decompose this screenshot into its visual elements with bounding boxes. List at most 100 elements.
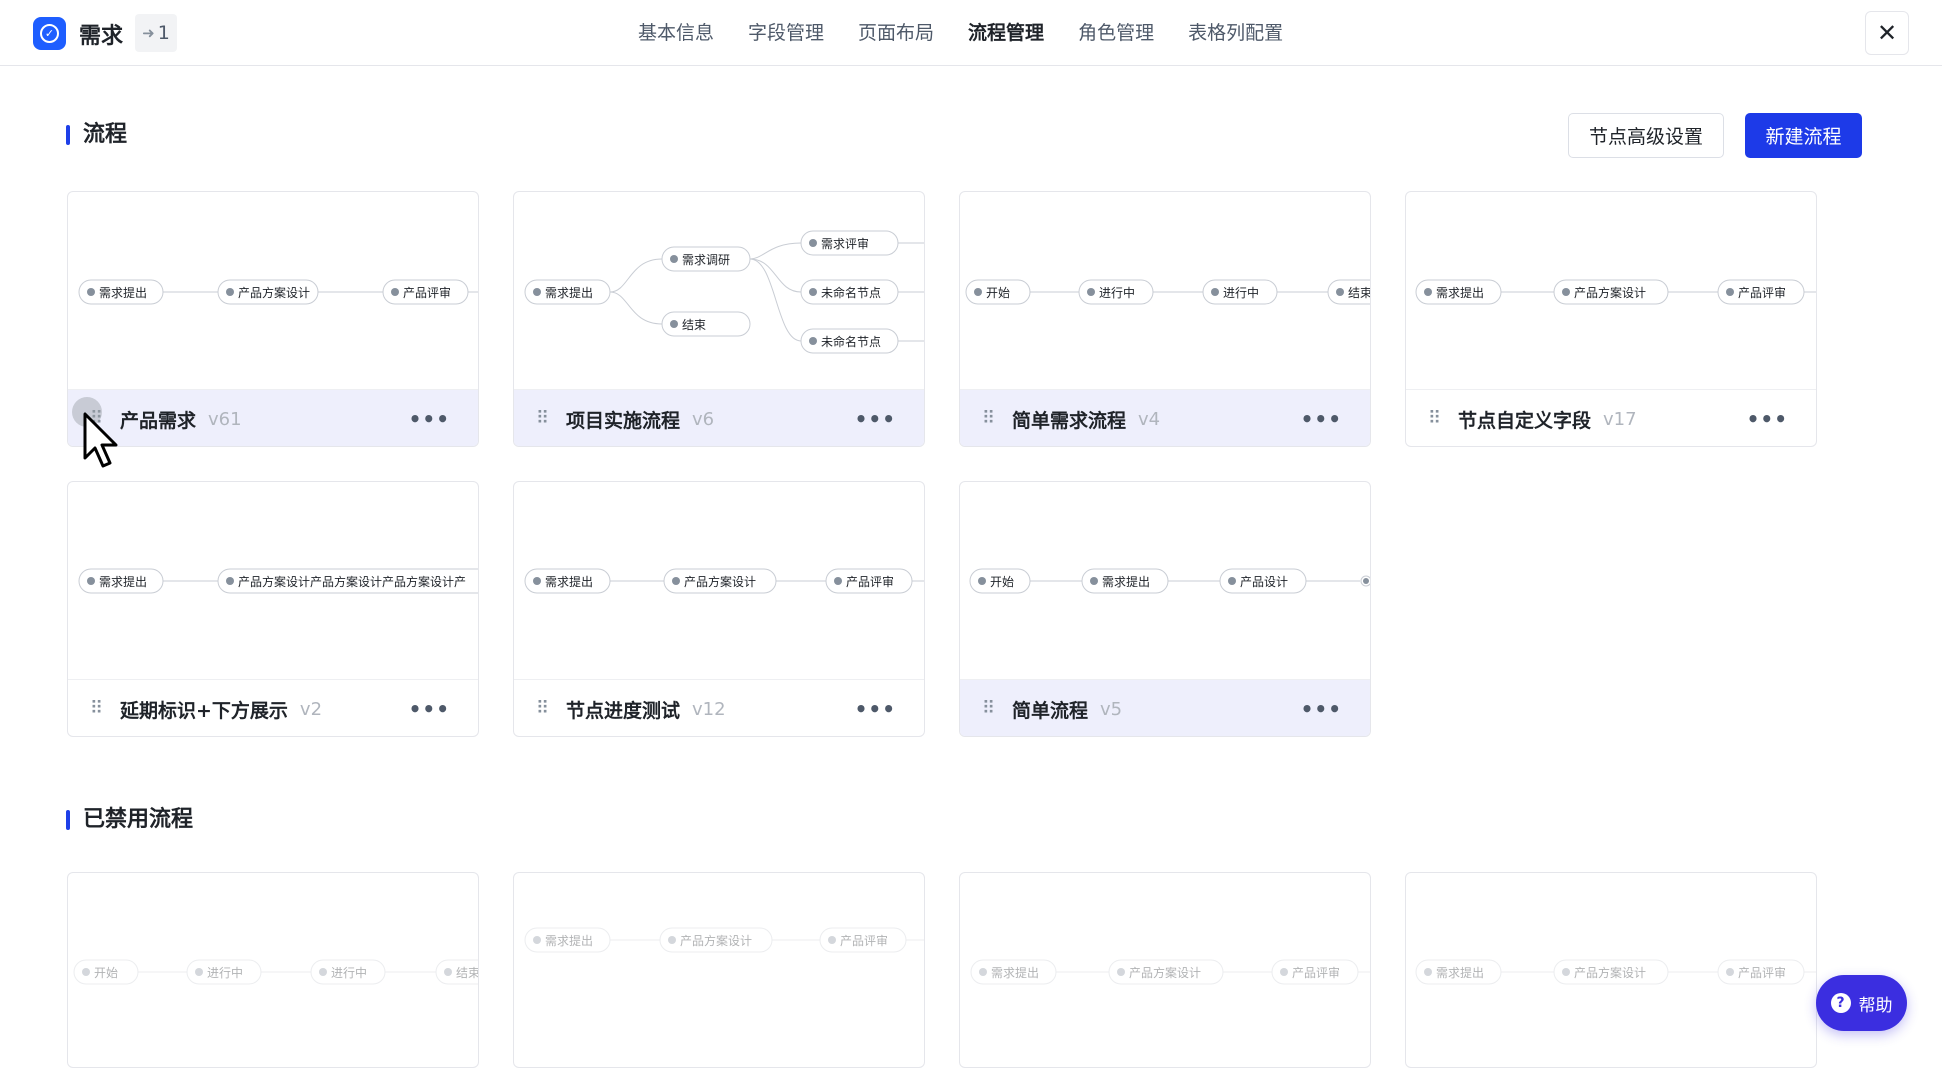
more-icon[interactable]: ••• <box>1747 407 1788 431</box>
svg-text:产品评审: 产品评审 <box>403 285 451 300</box>
flow-preview: 开始 进行中 进行中 结束 <box>68 873 479 1067</box>
flow-node: 开始 <box>969 568 1031 594</box>
more-icon[interactable]: ••• <box>855 697 896 721</box>
disabled-flow-card[interactable]: 需求提出 产品方案设计 产品评审 <box>959 872 1371 1068</box>
help-button[interactable]: ? 帮助 <box>1816 975 1907 1031</box>
flow-node: 需求评审 <box>800 230 899 256</box>
flow-node: 需求提出 <box>524 568 611 594</box>
more-icon[interactable]: ••• <box>409 697 450 721</box>
flow-node: 需求提出 <box>78 568 164 594</box>
new-flow-button[interactable]: 新建流程 <box>1745 113 1862 158</box>
flow-name: 节点自定义字段 <box>1458 409 1592 432</box>
flow-name: 简单需求流程 <box>1012 409 1127 432</box>
svg-text:需求提出: 需求提出 <box>1436 285 1484 300</box>
share-count: 1 <box>157 22 170 44</box>
flow-name: 产品需求 <box>120 409 197 432</box>
flow-card-footer: ⠿ 延期标识+下方展示 v2 ••• <box>68 680 478 736</box>
tab-basic-info[interactable]: 基本信息 <box>638 0 714 66</box>
flow-node: 产品评审 <box>1271 959 1359 985</box>
drag-handle-icon[interactable]: ⠿ <box>536 410 550 428</box>
svg-text:进行中: 进行中 <box>331 965 367 980</box>
tab-table-column-config[interactable]: 表格列配置 <box>1188 0 1283 66</box>
flow-card-footer: ⠿ 节点进度测试 v12 ••• <box>514 680 924 736</box>
svg-text:结束: 结束 <box>1348 286 1371 300</box>
flow-card[interactable]: 开始 需求提出 产品设计 ⠿ 简单流程 v5 ••• <box>959 481 1371 737</box>
svg-text:需求提出: 需求提出 <box>99 574 147 589</box>
flow-node: 开始 <box>73 959 139 985</box>
flow-preview: 开始 进行中 进行中 结束 <box>960 192 1371 390</box>
flow-node: 产品方案设计 <box>1108 959 1224 985</box>
flow-preview: 需求提出 产品方案设计 产品评审 <box>1406 192 1816 390</box>
help-label: 帮助 <box>1858 995 1893 1016</box>
flow-node: 需求提出 <box>1081 568 1169 594</box>
svg-text:产品方案设计: 产品方案设计 <box>680 933 752 948</box>
flow-name: 简单流程 <box>1012 699 1089 722</box>
flow-card[interactable]: 开始 进行中 进行中 结束 ⠿ 简单需求流程 v4 ••• <box>959 191 1371 447</box>
tab-role-management[interactable]: 角色管理 <box>1078 0 1154 66</box>
svg-text:需求提出: 需求提出 <box>545 574 593 589</box>
flow-node: 产品评审 <box>382 279 469 305</box>
flow-card-footer: ⠿ 简单需求流程 v4 ••• <box>960 390 1370 446</box>
flow-node: 需求提出 <box>970 959 1057 985</box>
svg-text:产品评审: 产品评审 <box>1738 285 1786 300</box>
flow-name: 项目实施流程 <box>566 409 681 432</box>
drag-handle-icon[interactable]: ⠿ <box>982 700 996 718</box>
svg-text:进行中: 进行中 <box>207 965 243 980</box>
flow-card[interactable]: 需求提出 产品方案设计 产品评审 ⠿ 节点进度测试 v12 ••• <box>513 481 925 737</box>
disabled-flow-card[interactable]: 需求提出 产品方案设计 产品评审 <box>1405 872 1817 1068</box>
share-count-chip[interactable]: ➜ 1 <box>135 14 177 52</box>
flow-preview: 需求提出 产品方案设计产品方案设计产品方案设计产 <box>68 482 478 680</box>
flow-name: 延期标识+下方展示 <box>120 699 288 722</box>
drag-handle-icon[interactable]: ⠿ <box>1428 410 1442 428</box>
flow-node: 产品评审 <box>1717 279 1805 305</box>
flow-node: 需求提出 <box>1415 279 1502 305</box>
flow-node: 产品方案设计 <box>1553 279 1669 305</box>
flow-node: 产品评审 <box>819 927 907 953</box>
flow-node: 产品方案设计 <box>1553 959 1669 985</box>
disabled-flow-card[interactable]: 需求提出 产品方案设计 产品评审 <box>513 872 925 1068</box>
tab-flow-management[interactable]: 流程管理 <box>968 0 1044 66</box>
flow-node: 需求提出 <box>78 279 164 305</box>
flow-node: 结束 <box>435 959 479 985</box>
svg-text:需求提出: 需求提出 <box>99 285 147 300</box>
svg-text:进行中: 进行中 <box>1099 285 1135 300</box>
svg-text:需求评审: 需求评审 <box>821 236 869 251</box>
drag-handle-icon[interactable]: ⠿ <box>982 410 996 428</box>
more-icon[interactable]: ••• <box>1301 697 1342 721</box>
svg-text:产品评审: 产品评审 <box>846 574 894 589</box>
svg-text:需求提出: 需求提出 <box>1436 965 1484 980</box>
flow-name: 节点进度测试 <box>566 699 681 722</box>
more-icon[interactable]: ••• <box>855 407 896 431</box>
section-title-flows: 流程 <box>66 122 127 148</box>
flow-preview: 需求提出 产品方案设计 产品评审 <box>1406 873 1816 1067</box>
drag-handle-icon[interactable]: ⠿ <box>90 700 104 718</box>
app-check-icon: ✓ <box>33 17 66 50</box>
flow-preview: 需求提出 需求调研 结束 需求评审 未命名节点 未命名节点 <box>514 192 924 390</box>
svg-text:结束: 结束 <box>456 966 479 980</box>
svg-text:结束: 结束 <box>682 318 706 332</box>
flow-node: 产品方案设计 <box>663 568 777 594</box>
flow-card-footer: ⠿ 节点自定义字段 v17 ••• <box>1406 390 1816 446</box>
svg-text:开始: 开始 <box>986 286 1010 300</box>
drag-handle-icon[interactable]: ⠿ <box>536 700 550 718</box>
tab-field-management[interactable]: 字段管理 <box>748 0 824 66</box>
flow-version: v5 <box>1100 698 1123 720</box>
flow-node: 产品设计 <box>1219 568 1307 594</box>
flow-version: v17 <box>1603 408 1637 430</box>
flow-card[interactable]: 需求提出 需求调研 结束 需求评审 未命名节点 未命名节点 ⠿ 项目实施流程 v… <box>513 191 925 447</box>
flow-card[interactable]: 需求提出 产品方案设计产品方案设计产品方案设计产 ⠿ 延期标识+下方展示 v2 … <box>67 481 479 737</box>
flow-card-footer: ⠿ 项目实施流程 v6 ••• <box>514 390 924 446</box>
svg-text:产品评审: 产品评审 <box>1292 965 1340 980</box>
svg-text:需求提出: 需求提出 <box>545 933 593 948</box>
svg-text:产品方案设计产品方案设计产品方案设计产: 产品方案设计产品方案设计产品方案设计产 <box>238 574 466 589</box>
svg-text:产品方案设计: 产品方案设计 <box>1129 965 1201 980</box>
disabled-flow-card[interactable]: 开始 进行中 进行中 结束 <box>67 872 479 1068</box>
more-icon[interactable]: ••• <box>409 407 450 431</box>
close-button[interactable]: ✕ <box>1865 11 1909 55</box>
flow-node: 产品方案设计产品方案设计产品方案设计产 <box>217 568 478 594</box>
more-icon[interactable]: ••• <box>1301 407 1342 431</box>
flow-card[interactable]: 需求提出 产品方案设计 产品评审 ⠿ 节点自定义字段 v17 ••• <box>1405 191 1817 447</box>
tab-page-layout[interactable]: 页面布局 <box>858 0 934 66</box>
node-advanced-settings-button[interactable]: 节点高级设置 <box>1568 113 1724 158</box>
svg-text:产品评审: 产品评审 <box>1738 965 1786 980</box>
